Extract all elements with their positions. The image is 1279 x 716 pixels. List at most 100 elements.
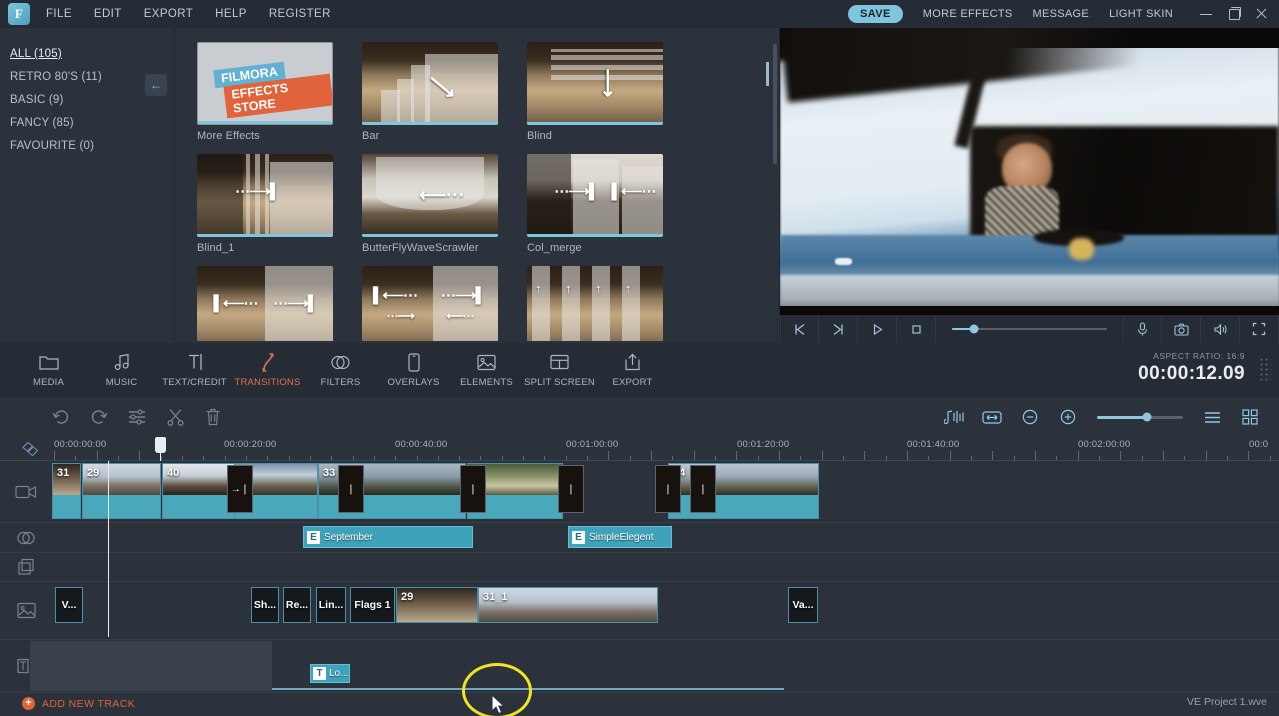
track-header-overlay[interactable] — [0, 553, 52, 582]
timeline-element-clip[interactable]: Flags 1 — [350, 587, 395, 623]
marker-icon[interactable] — [22, 441, 42, 457]
tab-filters[interactable]: FILTERS — [304, 343, 377, 397]
track-header-video[interactable] — [0, 461, 52, 523]
timeline-effect-clip[interactable]: ESimpleElegent — [568, 526, 672, 548]
timeline-transition-marker[interactable]: ❘ — [338, 465, 364, 513]
grid-view-button[interactable] — [1231, 397, 1269, 437]
timeline-transition-marker[interactable]: ❘ — [655, 465, 681, 513]
track-header-element[interactable] — [0, 582, 52, 640]
fit-timeline-button[interactable] — [973, 397, 1011, 437]
category-item-fancy[interactable]: FANCY (85) — [10, 117, 74, 129]
effect-cell-more-effects[interactable]: FILMORA EFFECTS STORE More Effects — [197, 42, 362, 142]
menu-item-edit[interactable]: EDIT — [94, 8, 122, 20]
timeline-video-clip[interactable]: 29 — [82, 463, 161, 519]
tab-media[interactable]: MEDIA — [12, 343, 85, 397]
timeline-zoom-slider[interactable] — [1097, 416, 1183, 419]
timeline-transition-marker[interactable]: ❘ — [460, 465, 486, 513]
category-item-all[interactable]: ALL (105) — [10, 48, 62, 60]
collapse-panel-button[interactable]: ← — [145, 74, 167, 96]
menu-item-file[interactable]: FILE — [46, 8, 72, 20]
add-new-track-button[interactable]: + ADD NEW TRACK — [22, 697, 135, 710]
category-item-basic[interactable]: BASIC (9) — [10, 94, 64, 106]
category-item-retro80s[interactable]: RETRO 80'S (11) — [10, 71, 102, 83]
stop-button[interactable] — [897, 315, 936, 343]
volume-button[interactable] — [1201, 315, 1240, 343]
menu-item-export[interactable]: EXPORT — [144, 8, 193, 20]
effect-cell-col-merge[interactable]: ⋯⟶▌ ▌⟵⋯ Col_merge — [527, 154, 692, 254]
effect-thumbnail-bar[interactable]: ⟶ — [362, 42, 498, 125]
zoom-out-button[interactable] — [1011, 397, 1049, 437]
timeline-transition-marker[interactable]: ❘ — [690, 465, 716, 513]
jump-to-end-button[interactable] — [819, 315, 858, 343]
close-icon[interactable] — [1255, 7, 1269, 21]
split-button[interactable] — [156, 397, 194, 437]
timeline-element-clip[interactable]: V... — [55, 587, 83, 623]
timeline-element-clip[interactable]: Re... — [283, 587, 311, 623]
tab-text-credit[interactable]: TEXT/CREDIT — [158, 343, 231, 397]
snapshot-button[interactable] — [1162, 315, 1201, 343]
play-button[interactable] — [858, 315, 897, 343]
preview-player[interactable] — [780, 28, 1279, 315]
timeline-element-clip[interactable]: Va... — [788, 587, 818, 623]
tab-elements[interactable]: ELEMENTS — [450, 343, 523, 397]
playhead-handle[interactable] — [155, 437, 166, 453]
timeline-effect-clip[interactable]: ESeptember — [303, 526, 473, 548]
save-button[interactable]: SAVE — [848, 5, 903, 23]
timeline-text-clip[interactable]: TLo... — [310, 664, 350, 683]
track-header-effect[interactable] — [0, 523, 52, 553]
resize-grip-icon[interactable] — [1259, 357, 1271, 383]
effect-thumbnail-row3-c[interactable]: ↑ ↑ ↑ ↑ — [527, 266, 663, 341]
timeline-element-clip[interactable]: 29 — [396, 587, 478, 623]
tab-export[interactable]: EXPORT — [596, 343, 669, 397]
record-voiceover-button[interactable] — [1123, 315, 1162, 343]
menu-item-register[interactable]: REGISTER — [269, 8, 331, 20]
redo-button[interactable] — [80, 397, 118, 437]
timeline-ruler[interactable]: 00:00:00:0000:00:20:0000:00:40:0000:01:0… — [0, 437, 1279, 461]
effect-cell-blind-1[interactable]: ⋯⟶▌ Blind_1 — [197, 154, 362, 254]
fullscreen-button[interactable] — [1240, 315, 1279, 343]
adjust-button[interactable] — [118, 397, 156, 437]
tab-music[interactable]: MUSIC — [85, 343, 158, 397]
timeline-element-clip[interactable]: 31_1 — [478, 587, 658, 623]
timeline-element-clip[interactable]: Sh... — [251, 587, 279, 623]
effect-thumbnail-row3-a[interactable]: ▌⟵⋯ ⋯⟶▌ — [197, 266, 333, 341]
playback-progress-slider[interactable] — [936, 328, 1123, 331]
undo-button[interactable] — [42, 397, 80, 437]
menu-item-help[interactable]: HELP — [215, 8, 247, 20]
effect-thumbnail-more-effects[interactable]: FILMORA EFFECTS STORE — [197, 42, 333, 125]
timeline-transition-marker[interactable]: →❘ — [227, 465, 253, 513]
timeline-element-clip[interactable]: Lin... — [316, 587, 346, 623]
effects-scrollbar[interactable] — [773, 44, 777, 164]
minimize-icon[interactable] — [1199, 7, 1213, 21]
effect-thumbnail-row3-b[interactable]: ▌⟵⋯ ⋯⟶▌ ⋯⟶ ⟵⋯ — [362, 266, 498, 341]
effect-cell-bar[interactable]: ⟶ Bar — [362, 42, 527, 142]
light-skin-link[interactable]: LIGHT SKIN — [1109, 8, 1173, 20]
audio-detach-button[interactable] — [935, 397, 973, 437]
zoom-in-button[interactable] — [1049, 397, 1087, 437]
effect-thumbnail-col-merge[interactable]: ⋯⟶▌ ▌⟵⋯ — [527, 154, 663, 237]
track-row-element[interactable] — [52, 582, 1279, 640]
tab-split-screen[interactable]: SPLIT SCREEN — [523, 343, 596, 397]
tab-transitions[interactable]: TRANSITIONS — [231, 343, 304, 397]
timeline-playhead-ruler[interactable] — [160, 449, 161, 461]
effect-cell-butterflywavescrawler[interactable]: ⟵⋯ ButterFlyWaveScrawler — [362, 154, 527, 254]
list-view-button[interactable] — [1193, 397, 1231, 437]
effect-thumbnail-butterflywavescrawler[interactable]: ⟵⋯ — [362, 154, 498, 237]
tab-overlays[interactable]: OVERLAYS — [377, 343, 450, 397]
timeline-transition-marker[interactable]: ❘ — [558, 465, 584, 513]
jump-to-start-button[interactable] — [780, 315, 819, 343]
track-row-overlay[interactable] — [52, 553, 1279, 582]
timeline-video-clip[interactable]: 31 — [52, 463, 81, 519]
maximize-icon[interactable] — [1227, 7, 1241, 21]
effect-cell-row3-c[interactable]: ↑ ↑ ↑ ↑ — [527, 266, 692, 341]
effect-cell-blind[interactable]: ⟶ Blind — [527, 42, 692, 142]
effect-thumbnail-blind[interactable]: ⟶ — [527, 42, 663, 125]
message-link[interactable]: MESSAGE — [1033, 8, 1090, 20]
timeline-playhead[interactable] — [108, 461, 109, 637]
effect-thumbnail-blind-1[interactable]: ⋯⟶▌ — [197, 154, 333, 237]
delete-button[interactable] — [194, 397, 232, 437]
effect-cell-row3-a[interactable]: ▌⟵⋯ ⋯⟶▌ — [197, 266, 362, 341]
effect-cell-row3-b[interactable]: ▌⟵⋯ ⋯⟶▌ ⋯⟶ ⟵⋯ — [362, 266, 527, 341]
more-effects-link[interactable]: MORE EFFECTS — [923, 8, 1013, 20]
category-item-favourite[interactable]: FAVOURITE (0) — [10, 140, 94, 152]
